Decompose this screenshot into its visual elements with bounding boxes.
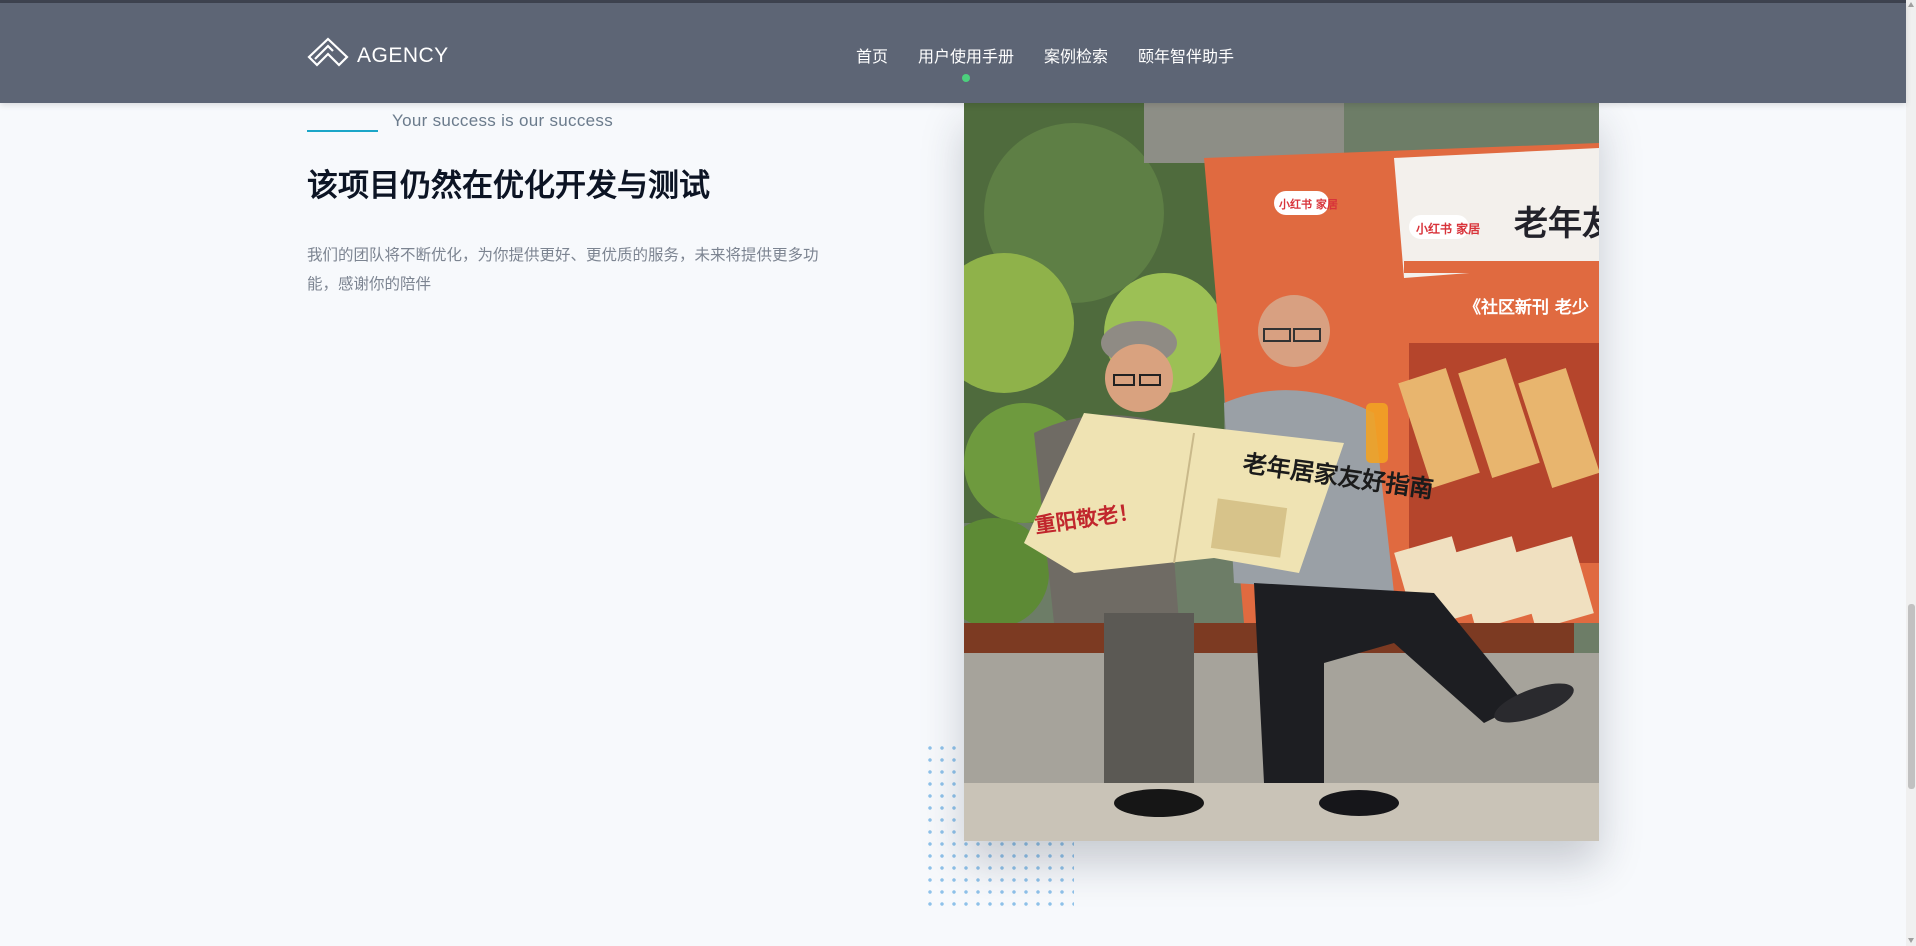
main-nav: 首页 用户使用手册 案例检索 颐年智伴助手 — [856, 43, 1264, 82]
navbar: AGENCY 首页 用户使用手册 案例检索 颐年智伴助手 — [0, 3, 1906, 103]
nav-item-assistant[interactable]: 颐年智伴助手 — [1138, 43, 1234, 67]
nav-item-user-manual[interactable]: 用户使用手册 — [918, 43, 1014, 82]
brand-logo[interactable]: AGENCY — [307, 36, 449, 76]
photo-subtitle-text: 《社区新刊 老少 — [1464, 297, 1589, 318]
page-scrollbar-track[interactable] — [1906, 0, 1916, 946]
photo-badge-left: 小红书 家居 — [1278, 197, 1338, 211]
page-scrollbar-thumb[interactable] — [1908, 604, 1915, 789]
diamond-logo-icon — [307, 36, 349, 76]
photo-banner-text: 老年友 — [1514, 204, 1599, 244]
brand-name: AGENCY — [357, 44, 449, 67]
page-title: 该项目仍然在优化开发与测试 — [307, 168, 710, 204]
nav-item-case-search[interactable]: 案例检索 — [1044, 43, 1108, 67]
nav-item-home[interactable]: 首页 — [856, 43, 888, 67]
hero-description: 我们的团队将不断优化，为你提供更好、更优质的服务，未来将提供更多功能，感谢你的陪… — [307, 246, 819, 293]
scroll-down-arrow-icon[interactable] — [1908, 938, 1914, 943]
tagline: Your success is our success — [392, 111, 614, 130]
scroll-up-arrow-icon[interactable] — [1908, 2, 1914, 7]
hero-photo: 小红书 家居 小红书 家居 老年友 《社区新刊 老少 — [964, 103, 1599, 841]
photo-badge-right: 小红书 家居 — [1416, 221, 1480, 236]
tagline-accent-line — [307, 130, 378, 132]
